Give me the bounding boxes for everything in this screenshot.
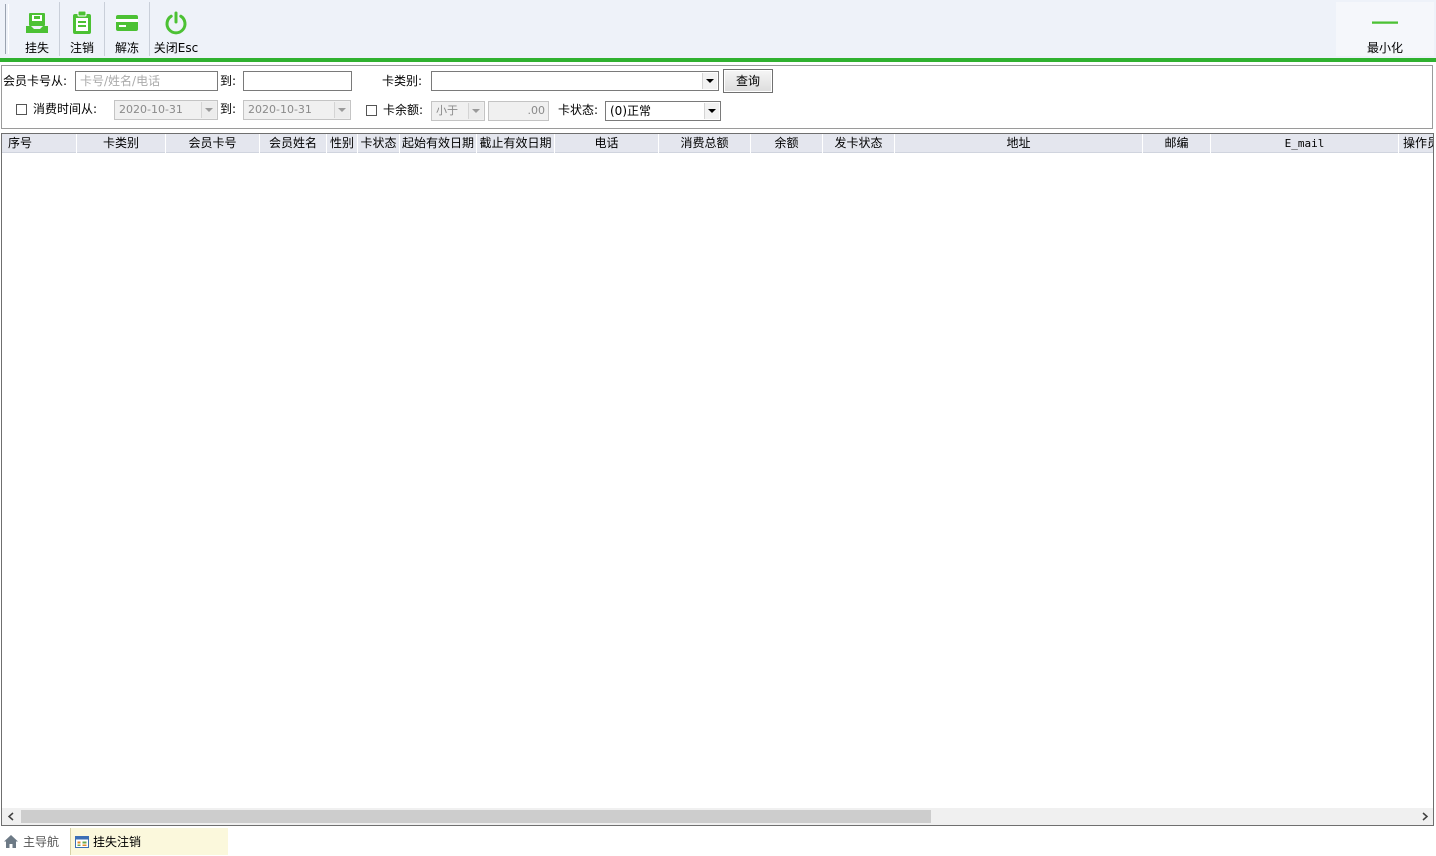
column-header-address[interactable]: 地址 [895, 134, 1143, 153]
column-header-start-date[interactable]: 起始有效日期 [400, 134, 477, 153]
report-loss-button[interactable]: 挂失 [17, 2, 57, 56]
horizontal-scrollbar[interactable] [2, 808, 1433, 825]
card-unfreeze-icon [114, 10, 140, 36]
toolbar-grip[interactable] [5, 4, 9, 54]
card-status-value: (0)正常 [610, 104, 651, 118]
column-header-end-date[interactable]: 截止有效日期 [477, 134, 555, 153]
toolbar: 挂失 注销 解冻 关闭Esc 最小化 [0, 0, 1436, 59]
card-type-select[interactable] [431, 71, 719, 91]
table-header: 序号 卡类别 会员卡号 会员姓名 性别 卡状态 起始有效日期 截止有效日期 电话… [2, 134, 1433, 153]
column-header-card-type[interactable]: 卡类别 [77, 134, 166, 153]
chevron-down-icon[interactable] [702, 73, 717, 89]
chevron-down-icon[interactable] [334, 102, 349, 118]
scrollbar-thumb[interactable] [21, 810, 931, 823]
date-from-picker[interactable]: 2020-10-31 [114, 100, 218, 120]
unfreeze-label: 解冻 [114, 41, 139, 55]
member-card-table[interactable]: 序号 卡类别 会员卡号 会员姓名 性别 卡状态 起始有效日期 截止有效日期 电话… [1, 133, 1434, 826]
balance-label: 卡余额: [383, 103, 424, 117]
balance-op-select[interactable]: 小于 [431, 101, 485, 121]
balance-amount-input[interactable]: .00 [488, 101, 549, 121]
column-header-phone[interactable]: 电话 [555, 134, 659, 153]
tab-loss-cancel[interactable]: 挂失注销 [70, 828, 228, 855]
column-header-issue-status[interactable]: 发卡状态 [823, 134, 895, 153]
column-header-card-no[interactable]: 会员卡号 [166, 134, 260, 153]
date-from-value: 2020-10-31 [119, 103, 183, 116]
date-to-value: 2020-10-31 [248, 103, 312, 116]
column-header-operator[interactable]: 操作员 [1397, 134, 1433, 153]
chevron-down-icon[interactable] [201, 102, 216, 118]
toolbar-accent-line [0, 58, 1436, 62]
tab-main-nav[interactable]: 主导航 [3, 828, 67, 855]
card-type-label: 卡类别: [382, 74, 423, 88]
home-icon [3, 834, 19, 849]
report-loss-label: 挂失 [24, 41, 49, 55]
chevron-down-icon[interactable] [468, 103, 483, 119]
spend-time-checkbox[interactable] [16, 104, 27, 115]
card-status-select[interactable]: (0)正常 [605, 101, 721, 121]
column-header-card-status[interactable]: 卡状态 [358, 134, 400, 153]
card-status-label: 卡状态: [558, 103, 599, 117]
cancel-card-label: 注销 [69, 41, 94, 55]
query-button[interactable]: 查询 [723, 69, 773, 93]
date-to-label: 到: [220, 102, 237, 116]
close-esc-label: 关闭Esc [153, 41, 199, 55]
minimize-button[interactable]: 最小化 [1336, 2, 1434, 56]
card-to-input[interactable] [243, 71, 352, 91]
card-to-label: 到: [220, 74, 237, 88]
close-esc-button[interactable]: 关闭Esc [153, 2, 199, 56]
card-from-input[interactable] [75, 71, 218, 91]
column-header-postcode[interactable]: 邮编 [1143, 134, 1211, 153]
minimize-icon [1372, 10, 1398, 36]
column-header-member-name[interactable]: 会员姓名 [260, 134, 327, 153]
minimize-label: 最小化 [1366, 41, 1403, 55]
tab-main-nav-label: 主导航 [23, 835, 60, 849]
column-header-index[interactable]: 序号 [2, 134, 77, 153]
filter-panel: 会员卡号从: 到: 卡类别: 查询 消费时间从: 2020-10-31 到: 2… [1, 65, 1433, 129]
card-from-label: 会员卡号从: [3, 74, 68, 88]
unfreeze-button[interactable]: 解冻 [107, 2, 147, 56]
cancel-card-button[interactable]: 注销 [62, 2, 102, 56]
column-header-email[interactable]: E_mail [1211, 134, 1399, 153]
balance-op-value: 小于 [436, 104, 458, 117]
column-header-total-spend[interactable]: 消费总额 [659, 134, 751, 153]
window-tab-bar: 主导航 挂失注销 [0, 828, 1436, 856]
date-to-picker[interactable]: 2020-10-31 [243, 100, 351, 120]
report-loss-icon [24, 10, 50, 36]
column-header-balance[interactable]: 余额 [751, 134, 823, 153]
column-header-gender[interactable]: 性别 [327, 134, 358, 153]
spend-time-label: 消费时间从: [33, 102, 98, 116]
tab-loss-cancel-label: 挂失注销 [93, 835, 142, 849]
power-icon [163, 10, 189, 36]
clipboard-cancel-icon [69, 10, 95, 36]
grid-window-icon [75, 835, 89, 848]
app-window: 挂失 注销 解冻 关闭Esc 最小化 会员卡号从: 卡号/姓名/电话 到: 卡类… [0, 0, 1436, 856]
chevron-down-icon[interactable] [704, 103, 719, 119]
scroll-left-icon[interactable] [2, 808, 19, 825]
scroll-right-icon[interactable] [1416, 808, 1433, 825]
balance-checkbox[interactable] [366, 105, 377, 116]
